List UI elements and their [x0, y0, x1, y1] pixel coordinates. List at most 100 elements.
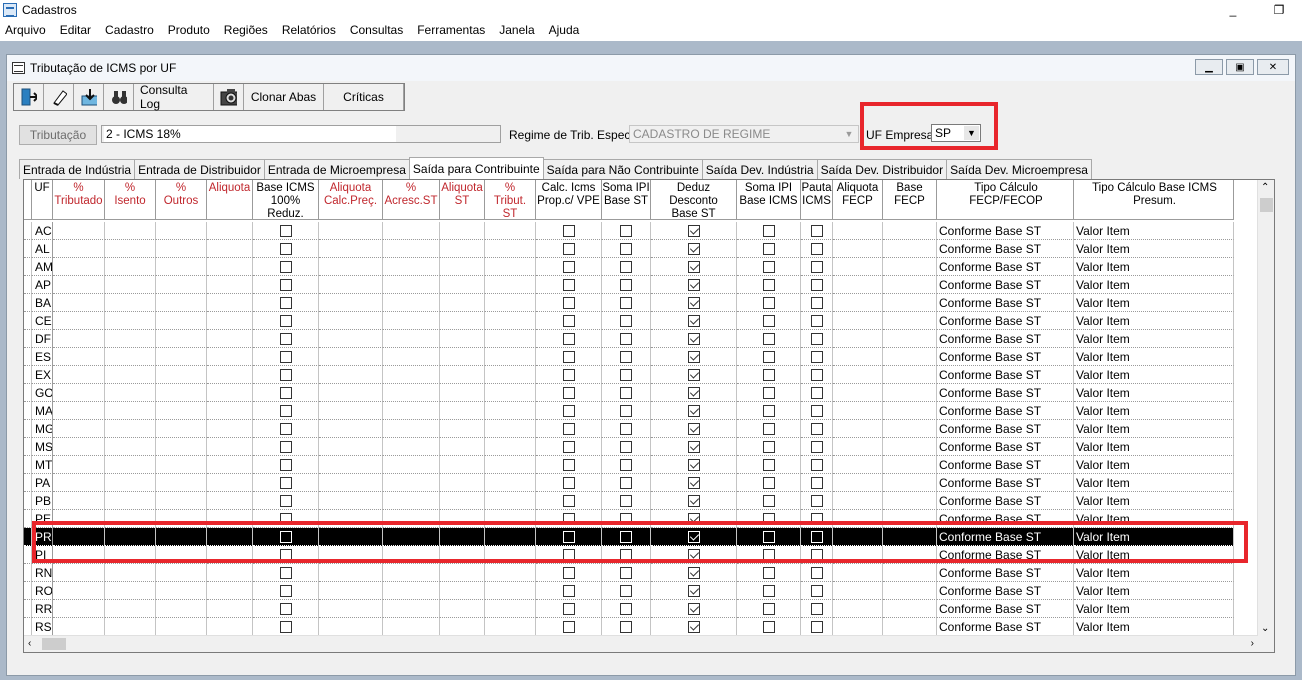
cell-isento[interactable] [105, 600, 156, 618]
cell-isento[interactable] [105, 402, 156, 420]
cell-deduz_desconto[interactable] [651, 366, 737, 384]
cell-tributado[interactable] [53, 330, 105, 348]
cell-outros[interactable] [156, 456, 207, 474]
cell-aliquota_st[interactable] [440, 222, 485, 240]
cell-base_fecp[interactable] [883, 492, 937, 510]
checkbox[interactable] [810, 386, 823, 399]
cell-tipo_base[interactable]: Valor Item [1074, 582, 1234, 600]
cell-aliquota_calc[interactable] [319, 582, 383, 600]
cell-base_icms[interactable] [253, 330, 319, 348]
cell-pauta[interactable] [801, 492, 833, 510]
cell-acresc_st[interactable] [383, 546, 440, 564]
cell-calc_icms[interactable] [536, 528, 602, 546]
cell-soma_ipi_icms[interactable] [737, 294, 801, 312]
clear-button[interactable] [44, 84, 74, 110]
table-row[interactable]: EX Conforme Base ST Valor Item [24, 366, 1234, 384]
cell-outros[interactable] [156, 546, 207, 564]
checkbox[interactable] [279, 278, 292, 291]
cell-base_icms[interactable] [253, 384, 319, 402]
cell-base_icms[interactable] [253, 420, 319, 438]
cell-pauta[interactable] [801, 294, 833, 312]
cell-pauta[interactable] [801, 258, 833, 276]
cell-isento[interactable] [105, 528, 156, 546]
cell-tributado[interactable] [53, 546, 105, 564]
checkbox[interactable] [762, 494, 775, 507]
cell-calc_icms[interactable] [536, 240, 602, 258]
checkbox[interactable] [620, 494, 632, 507]
child-close-button[interactable]: ✕ [1257, 59, 1289, 75]
checkbox[interactable] [562, 620, 575, 633]
cell-aliquota_calc[interactable] [319, 456, 383, 474]
cell-aliquota_st[interactable] [440, 330, 485, 348]
scroll-right-icon[interactable]: › [1251, 638, 1254, 649]
cell-deduz_desconto[interactable] [651, 600, 737, 618]
table-row[interactable]: RR Conforme Base ST Valor Item [24, 600, 1234, 618]
cell-isento[interactable] [105, 474, 156, 492]
checkbox[interactable] [810, 260, 823, 273]
checkbox[interactable] [562, 278, 575, 291]
cell-tribut_st[interactable] [485, 546, 536, 564]
cell-aliquota_calc[interactable] [319, 600, 383, 618]
cell-aliquota_calc[interactable] [319, 402, 383, 420]
cell-isento[interactable] [105, 546, 156, 564]
cell-aliquota_st[interactable] [440, 618, 485, 636]
cell-soma_ipi[interactable] [602, 276, 651, 294]
checkbox[interactable] [279, 548, 292, 561]
checkbox[interactable] [810, 368, 823, 381]
cell-pauta[interactable] [801, 384, 833, 402]
cell-aliquota_fecp[interactable] [833, 384, 883, 402]
checkbox[interactable] [687, 242, 700, 255]
checkbox[interactable] [810, 404, 823, 417]
checkbox[interactable] [279, 314, 292, 327]
checkbox[interactable] [562, 422, 575, 435]
tributacao-field[interactable]: 2 - ICMS 18% [101, 125, 501, 143]
cell-aliquota_st[interactable] [440, 564, 485, 582]
table-row[interactable]: ES Conforme Base ST Valor Item [24, 348, 1234, 366]
cell-soma_ipi_icms[interactable] [737, 366, 801, 384]
cell-tribut_st[interactable] [485, 510, 536, 528]
cell-soma_ipi[interactable] [602, 474, 651, 492]
cell-tipo_fecp[interactable]: Conforme Base ST [937, 348, 1074, 366]
cell-soma_ipi[interactable] [602, 222, 651, 240]
cell-tipo_fecp[interactable]: Conforme Base ST [937, 222, 1074, 240]
cell-uf[interactable]: RN [32, 564, 53, 582]
cell-tributado[interactable] [53, 240, 105, 258]
cell-tribut_st[interactable] [485, 474, 536, 492]
checkbox[interactable] [279, 602, 292, 615]
cell-base_fecp[interactable] [883, 402, 937, 420]
cell-soma_ipi_icms[interactable] [737, 240, 801, 258]
checkbox[interactable] [762, 278, 775, 291]
cell-aliquota_st[interactable] [440, 492, 485, 510]
checkbox[interactable] [562, 332, 575, 345]
checkbox[interactable] [810, 332, 823, 345]
cell-aliquota[interactable] [207, 582, 253, 600]
cell-aliquota_st[interactable] [440, 240, 485, 258]
cell-isento[interactable] [105, 384, 156, 402]
checkbox[interactable] [279, 512, 292, 525]
cell-soma_ipi[interactable] [602, 366, 651, 384]
checkbox[interactable] [562, 512, 575, 525]
checkbox[interactable] [687, 386, 700, 399]
cell-outros[interactable] [156, 492, 207, 510]
checkbox[interactable] [620, 602, 632, 615]
cell-tributado[interactable] [53, 276, 105, 294]
checkbox[interactable] [562, 458, 575, 471]
cell-tributado[interactable] [53, 402, 105, 420]
column-header-calc_icms[interactable]: Calc. Icms Prop.c/ VPE [536, 180, 602, 220]
cell-deduz_desconto[interactable] [651, 330, 737, 348]
checkbox[interactable] [762, 548, 775, 561]
cell-deduz_desconto[interactable] [651, 240, 737, 258]
cell-outros[interactable] [156, 366, 207, 384]
checkbox[interactable] [620, 368, 632, 381]
cell-base_icms[interactable] [253, 618, 319, 636]
cell-tributado[interactable] [53, 618, 105, 636]
cell-aliquota[interactable] [207, 438, 253, 456]
cell-base_fecp[interactable] [883, 564, 937, 582]
checkbox[interactable] [562, 548, 575, 561]
cell-aliquota[interactable] [207, 420, 253, 438]
cell-aliquota_calc[interactable] [319, 366, 383, 384]
checkbox[interactable] [810, 278, 823, 291]
cell-pauta[interactable] [801, 564, 833, 582]
cell-tribut_st[interactable] [485, 438, 536, 456]
cell-tributado[interactable] [53, 510, 105, 528]
